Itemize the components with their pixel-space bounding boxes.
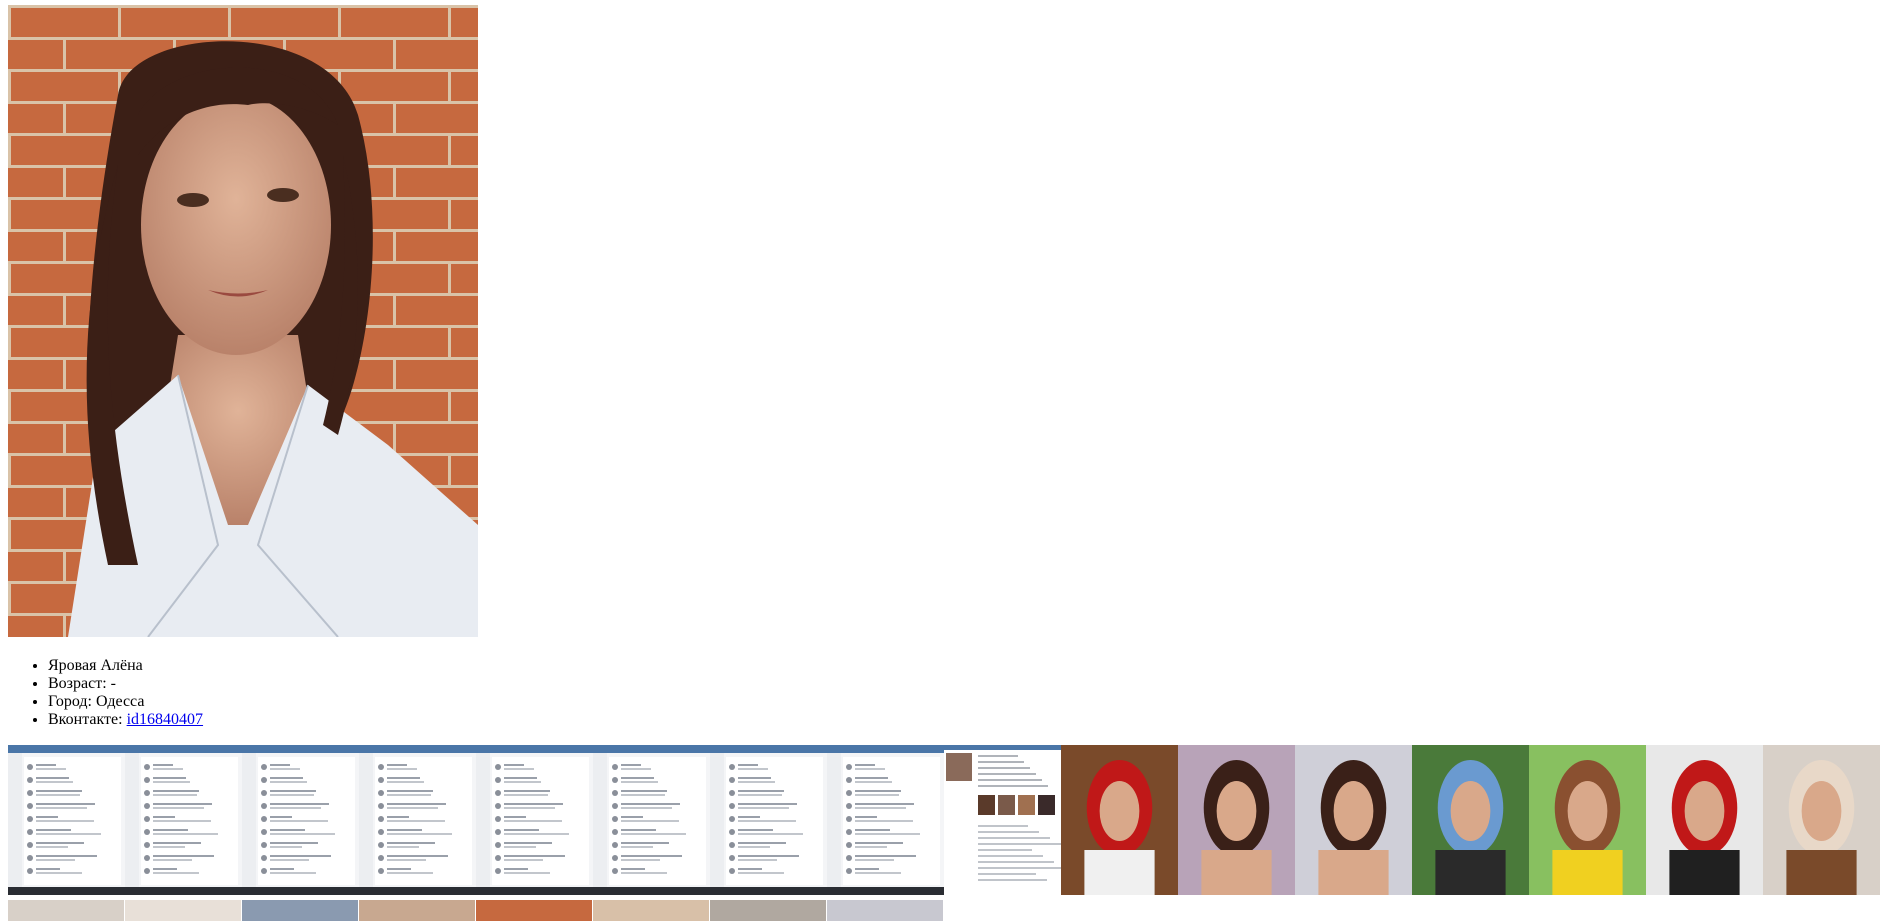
gallery-thumb-image [593, 745, 710, 895]
gallery-thumb[interactable] [476, 745, 593, 895]
gallery-thumb[interactable] [125, 900, 241, 921]
gallery-thumb[interactable] [8, 900, 124, 921]
gallery-thumb-image [710, 745, 827, 895]
profile-info-list: Яровая Алёна Возраст: - Город: Одесса Вк… [8, 657, 203, 729]
gallery-thumb[interactable] [1529, 745, 1646, 895]
gallery-thumb-image [1646, 745, 1763, 895]
vk-label: Вконтакте: [48, 711, 123, 728]
profile-photo[interactable] [8, 5, 478, 637]
gallery-thumb[interactable] [710, 745, 827, 895]
gallery-thumb[interactable] [242, 745, 359, 895]
gallery-thumb[interactable] [1178, 745, 1295, 895]
city-label: Город: [48, 693, 92, 710]
profile-name-item: Яровая Алёна [48, 657, 203, 675]
gallery-thumb[interactable] [593, 745, 710, 895]
age-label: Возраст: [48, 675, 107, 692]
gallery-thumb-image [8, 745, 125, 895]
gallery-thumb[interactable] [827, 745, 944, 895]
gallery-thumb[interactable] [827, 900, 943, 921]
gallery-thumb[interactable] [359, 900, 475, 921]
gallery-thumb[interactable] [242, 900, 358, 921]
gallery-thumb-image [1763, 745, 1880, 895]
gallery-thumb[interactable] [359, 745, 476, 895]
gallery-thumb[interactable] [1061, 745, 1178, 895]
profile-age-item: Возраст: - [48, 675, 203, 693]
gallery-thumb-image [359, 745, 476, 895]
city-value: Одесса [95, 693, 145, 710]
profile-name: Яровая Алёна [48, 657, 143, 674]
gallery-thumb[interactable] [944, 745, 1061, 895]
gallery-thumb-image [1412, 745, 1529, 895]
gallery-thumb[interactable] [1295, 745, 1412, 895]
gallery-thumb[interactable] [476, 900, 592, 921]
profile-photo-image [8, 5, 478, 637]
profile-vk-item: Вконтакте: id16840407 [48, 711, 203, 729]
gallery-thumb[interactable] [125, 745, 242, 895]
gallery-thumb[interactable] [710, 900, 826, 921]
gallery-thumb[interactable] [1763, 745, 1880, 895]
vk-profile-link[interactable]: id16840407 [127, 711, 203, 728]
gallery-thumb-image [944, 745, 1061, 895]
profile-city-item: Город: Одесса [48, 693, 203, 711]
age-value: - [110, 675, 116, 692]
page: Яровая Алёна Возраст: - Город: Одесса Вк… [0, 0, 1896, 921]
photo-gallery-row2 [8, 900, 944, 921]
gallery-thumb-image [1295, 745, 1412, 895]
photo-gallery [8, 745, 1881, 900]
gallery-thumb[interactable] [593, 900, 709, 921]
gallery-thumb[interactable] [8, 745, 125, 895]
gallery-thumb-image [1061, 745, 1178, 895]
gallery-thumb-image [1529, 745, 1646, 895]
gallery-thumb[interactable] [1412, 745, 1529, 895]
gallery-thumb-image [1178, 745, 1295, 895]
gallery-thumb-image [125, 745, 242, 895]
gallery-thumb-image [827, 745, 944, 895]
gallery-thumb[interactable] [1646, 745, 1763, 895]
gallery-thumb-image [242, 745, 359, 895]
gallery-thumb-image [476, 745, 593, 895]
